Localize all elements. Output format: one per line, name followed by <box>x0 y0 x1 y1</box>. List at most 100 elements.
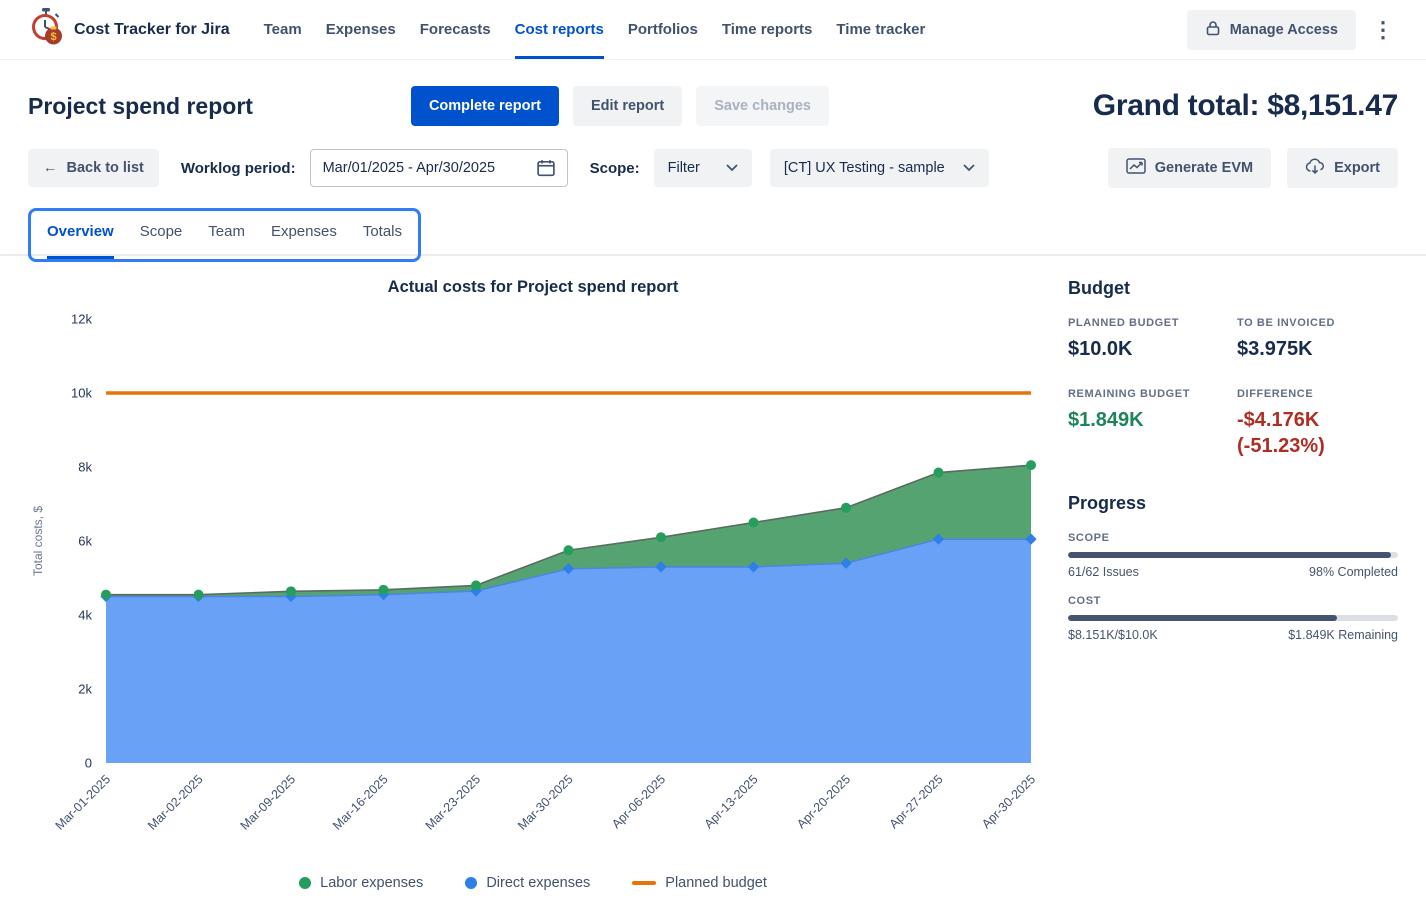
scope-completed-text: 98% Completed <box>1309 565 1398 579</box>
planned-budget-label: PLANNED BUDGET <box>1068 317 1229 329</box>
budget-heading: Budget <box>1068 278 1398 299</box>
cost-remaining-text: $1.849K Remaining <box>1288 628 1398 642</box>
chart-title: Actual costs for Project spend report <box>28 278 1038 297</box>
svg-text:Mar-09-2025: Mar-09-2025 <box>238 772 299 833</box>
cost-progress-group: COST $8.151K/$10.0K $1.849K Remaining <box>1068 595 1398 642</box>
app-home-link[interactable]: $ Cost Tracker for Jira <box>28 0 230 59</box>
nav-expenses[interactable]: Expenses <box>326 0 396 59</box>
main-nav: Team Expenses Forecasts Cost reports Por… <box>264 0 926 59</box>
scope-progress-meta: 61/62 Issues 98% Completed <box>1068 565 1398 579</box>
svg-text:$: $ <box>50 31 56 43</box>
worklog-period-label: Worklog period: <box>181 160 296 177</box>
generate-evm-label: Generate EVM <box>1155 160 1253 176</box>
svg-text:12k: 12k <box>71 312 92 327</box>
page-title: Project spend report <box>28 93 253 120</box>
report-toolbar: ← Back to list Worklog period: Mar/01/20… <box>28 148 1398 188</box>
overview-content: Actual costs for Project spend report 0 2… <box>28 264 1398 891</box>
tabs-highlight-annotation: Overview Scope Team Expenses Totals <box>28 208 421 262</box>
scope-filter-value: Filter <box>668 160 700 176</box>
legend-budget-swatch <box>632 881 656 885</box>
nav-time-reports[interactable]: Time reports <box>722 0 813 59</box>
remaining-budget-item: REMAINING BUDGET $1.849K <box>1068 388 1229 459</box>
cost-progress-label: COST <box>1068 595 1398 607</box>
lock-icon <box>1205 20 1221 40</box>
scope-issues-text: 61/62 Issues <box>1068 565 1139 579</box>
actual-costs-chart: 02k4k6k8k10k12kMar-01-2025Mar-02-2025Mar… <box>28 303 1038 875</box>
chevron-down-icon <box>726 160 738 176</box>
edit-report-button[interactable]: Edit report <box>573 86 682 126</box>
svg-text:Mar-30-2025: Mar-30-2025 <box>515 772 576 833</box>
cost-progress-fill <box>1068 615 1337 621</box>
cost-progress-meta: $8.151K/$10.0K $1.849K Remaining <box>1068 628 1398 642</box>
report-title-row: Project spend report Complete report Edi… <box>28 86 1398 126</box>
main-content: Project spend report Complete report Edi… <box>0 86 1426 891</box>
report-actions: Complete report Edit report Save changes <box>411 86 829 126</box>
nav-time-tracker[interactable]: Time tracker <box>836 0 925 59</box>
nav-cost-reports[interactable]: Cost reports <box>515 0 604 59</box>
svg-text:Mar-23-2025: Mar-23-2025 <box>423 772 484 833</box>
svg-text:Mar-01-2025: Mar-01-2025 <box>53 772 114 833</box>
calendar-icon <box>537 159 555 177</box>
scope-progress-bar <box>1068 552 1398 558</box>
complete-report-button[interactable]: Complete report <box>411 86 559 126</box>
generate-evm-button[interactable]: Generate EVM <box>1108 148 1271 188</box>
tab-scope[interactable]: Scope <box>140 223 183 259</box>
legend-labor: Labor expenses <box>299 875 423 891</box>
app-title: Cost Tracker for Jira <box>74 21 230 39</box>
scope-progress-group: SCOPE 61/62 Issues 98% Completed <box>1068 532 1398 579</box>
project-select[interactable]: [CT] UX Testing - sample <box>770 149 989 187</box>
progress-heading: Progress <box>1068 493 1398 514</box>
svg-text:10k: 10k <box>71 386 92 401</box>
planned-budget-value: $10.0K <box>1068 336 1229 362</box>
summary-sidebar: Budget PLANNED BUDGET $10.0K TO BE INVOI… <box>1068 264 1398 891</box>
app-header: $ Cost Tracker for Jira Team Expenses Fo… <box>0 0 1426 60</box>
nav-portfolios[interactable]: Portfolios <box>628 0 698 59</box>
difference-amount: -$4.176K <box>1237 407 1398 433</box>
remaining-budget-label: REMAINING BUDGET <box>1068 388 1229 400</box>
legend-budget-label: Planned budget <box>665 875 767 891</box>
export-cloud-icon <box>1305 158 1325 179</box>
legend-labor-label: Labor expenses <box>320 875 423 891</box>
header-actions: Manage Access ⋮ <box>1187 0 1398 59</box>
svg-text:Mar-16-2025: Mar-16-2025 <box>330 772 391 833</box>
chevron-down-icon <box>963 160 975 176</box>
svg-text:Mar-02-2025: Mar-02-2025 <box>145 772 206 833</box>
svg-text:2k: 2k <box>78 682 92 697</box>
cost-progress-bar <box>1068 615 1398 621</box>
grand-total: Grand total: $8,151.47 <box>1093 89 1398 123</box>
manage-access-button[interactable]: Manage Access <box>1187 10 1356 50</box>
project-select-value: [CT] UX Testing - sample <box>784 160 945 176</box>
difference-label: DIFFERENCE <box>1237 388 1398 400</box>
legend-direct-label: Direct expenses <box>486 875 590 891</box>
progress-section: Progress SCOPE 61/62 Issues 98% Complete… <box>1068 493 1398 642</box>
legend-direct: Direct expenses <box>465 875 590 891</box>
planned-budget-item: PLANNED BUDGET $10.0K <box>1068 317 1229 362</box>
remaining-budget-value: $1.849K <box>1068 407 1229 433</box>
to-be-invoiced-label: TO BE INVOICED <box>1237 317 1398 329</box>
to-be-invoiced-item: TO BE INVOICED $3.975K <box>1237 317 1398 362</box>
tab-expenses[interactable]: Expenses <box>271 223 337 259</box>
kebab-menu-icon[interactable]: ⋮ <box>1368 12 1398 48</box>
difference-item: DIFFERENCE -$4.176K (-51.23%) <box>1237 388 1398 459</box>
back-to-list-button[interactable]: ← Back to list <box>28 149 159 187</box>
tab-totals[interactable]: Totals <box>363 223 402 259</box>
nav-forecasts[interactable]: Forecasts <box>420 0 491 59</box>
svg-text:0: 0 <box>85 756 92 771</box>
scope-progress-label: SCOPE <box>1068 532 1398 544</box>
cost-chart-section: Actual costs for Project spend report 0 2… <box>28 264 1038 891</box>
legend-labor-swatch <box>299 877 311 889</box>
chart-legend: Labor expenses Direct expenses Planned b… <box>28 875 1038 891</box>
tab-overview[interactable]: Overview <box>47 223 114 259</box>
export-button[interactable]: Export <box>1287 148 1398 188</box>
scope-label: Scope: <box>590 160 640 177</box>
toolbar-right-actions: Generate EVM Export <box>1108 148 1398 188</box>
difference-percent: (-51.23%) <box>1237 433 1398 459</box>
svg-text:6k: 6k <box>78 534 92 549</box>
nav-team[interactable]: Team <box>264 0 302 59</box>
cost-spent-text: $8.151K/$10.0K <box>1068 628 1158 642</box>
tab-team[interactable]: Team <box>208 223 245 259</box>
export-label: Export <box>1334 160 1380 176</box>
scope-filter-select[interactable]: Filter <box>654 149 752 187</box>
worklog-period-input[interactable]: Mar/01/2025 - Apr/30/2025 <box>310 149 568 187</box>
back-arrow-icon: ← <box>43 160 58 176</box>
